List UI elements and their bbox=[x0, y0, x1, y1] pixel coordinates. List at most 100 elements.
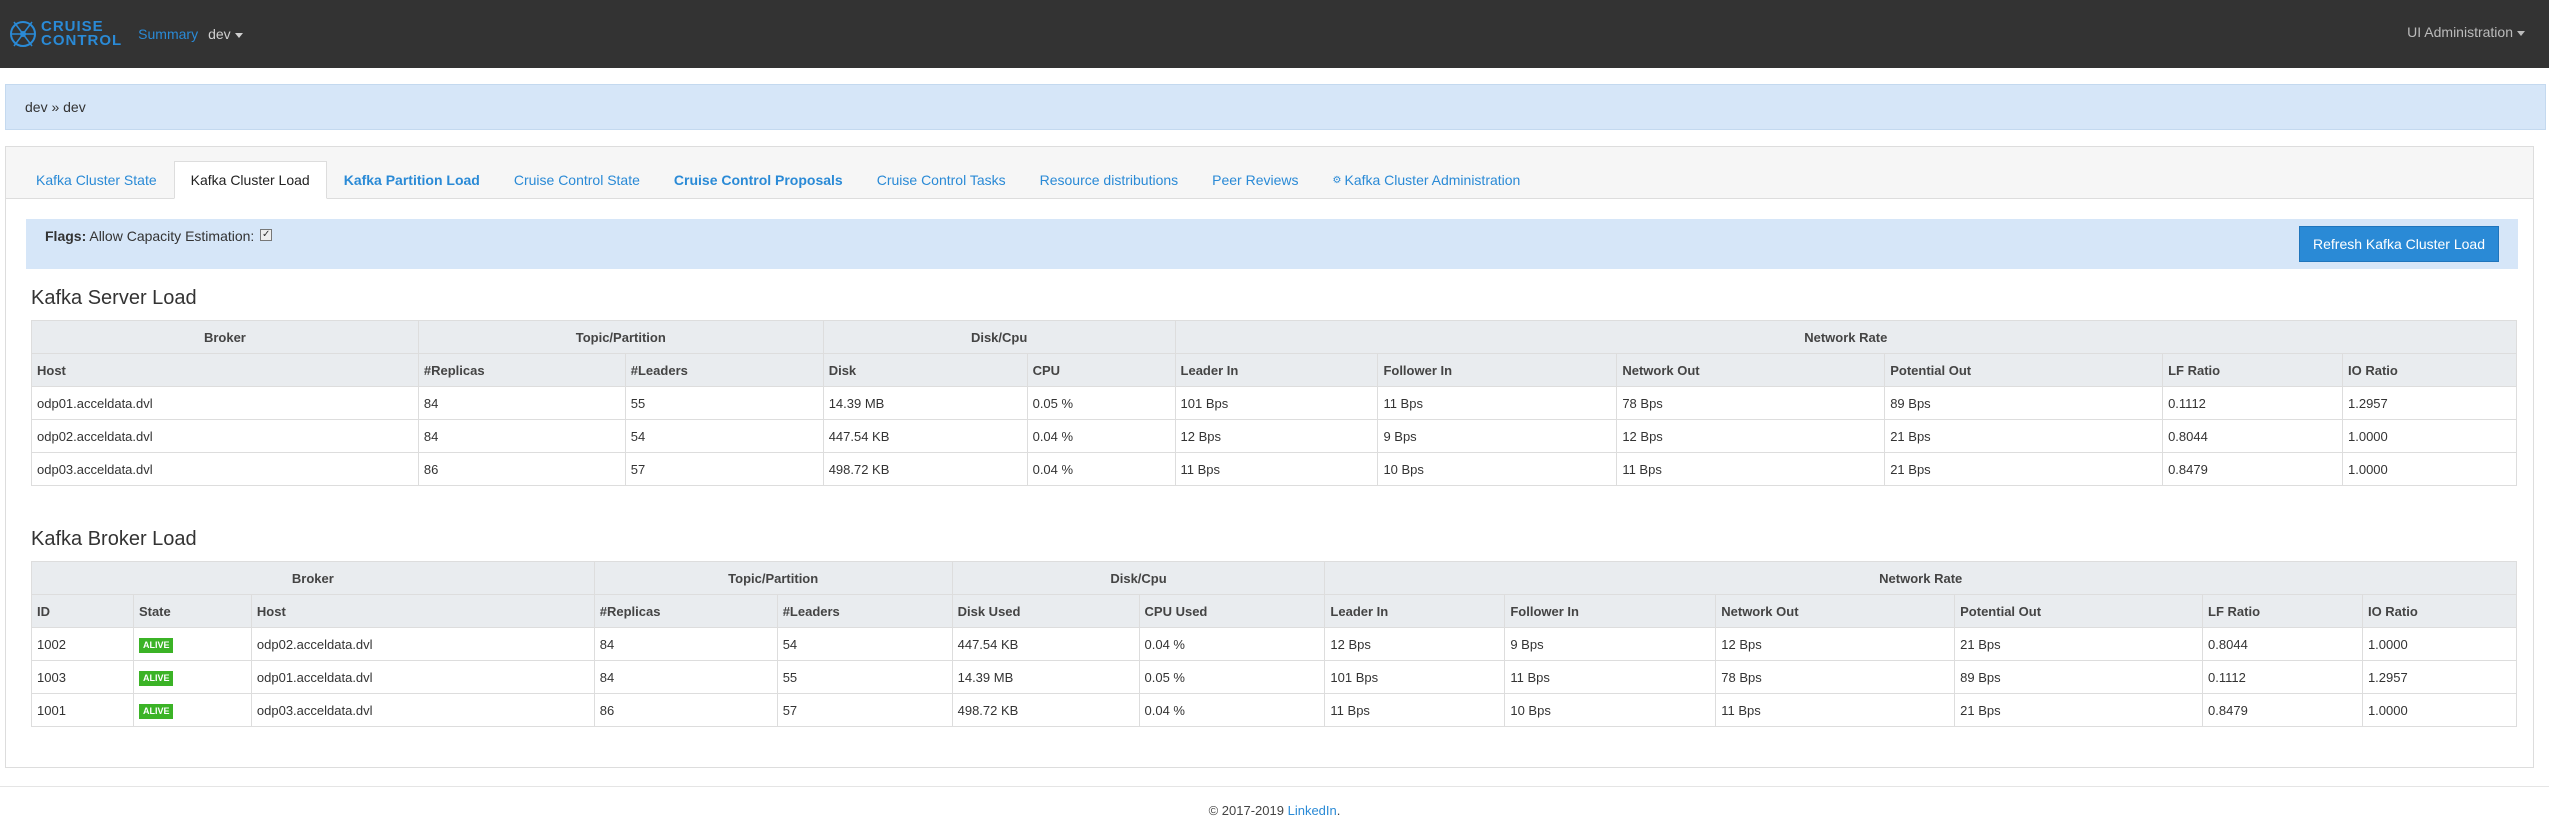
tab-peer-reviews[interactable]: Peer Reviews bbox=[1195, 161, 1315, 199]
group-header: Disk/Cpu bbox=[951, 561, 1326, 595]
tab-admin-label: Kafka Cluster Administration bbox=[1344, 172, 1521, 188]
table-cell: 84 bbox=[593, 627, 778, 661]
table-cell: 12 Bps bbox=[1616, 419, 1886, 453]
table-cell: 14.39 MB bbox=[822, 386, 1028, 420]
table-cell: 10 Bps bbox=[1377, 452, 1618, 486]
tab-kafka-cluster-load[interactable]: Kafka Cluster Load bbox=[173, 161, 327, 199]
circuit-logo-icon bbox=[10, 21, 36, 47]
top-navbar: CRUISE CONTROL Summary dev UI Administra… bbox=[0, 0, 2549, 68]
group-header: Broker bbox=[31, 561, 595, 595]
table-cell: 1001 bbox=[31, 693, 134, 727]
gear-icon: ⚙ bbox=[1332, 174, 1342, 186]
table-cell: 1003 bbox=[31, 660, 134, 694]
tab-cruise-control-tasks[interactable]: Cruise Control Tasks bbox=[860, 161, 1023, 199]
column-header: Potential Out bbox=[1954, 594, 2204, 628]
group-header: Disk/Cpu bbox=[822, 320, 1176, 354]
column-header: Disk bbox=[822, 353, 1028, 387]
column-header: LF Ratio bbox=[2202, 594, 2363, 628]
column-header: IO Ratio bbox=[2361, 594, 2518, 628]
table-cell: 0.05 % bbox=[1026, 386, 1176, 420]
footer-suffix: . bbox=[1336, 803, 1341, 818]
footer-copyright: © 2017-2019 bbox=[1208, 803, 1284, 818]
ui-administration-dropdown[interactable]: UI Administration bbox=[2407, 24, 2525, 40]
table-cell: 0.04 % bbox=[1026, 419, 1176, 453]
table-row: 1002 ALIVE odp02.acceldata.dvl 84 54 447.54 K… bbox=[31, 627, 2518, 661]
table-cell: 21 Bps bbox=[1954, 693, 2204, 727]
table-cell: 86 bbox=[593, 693, 778, 727]
table-cell: ALIVE bbox=[132, 627, 252, 661]
column-header: CPU Used bbox=[1138, 594, 1326, 628]
table-row: 1001 ALIVE odp03.acceldata.dvl 86 57 498.72 K… bbox=[31, 693, 2518, 727]
table-cell: 21 Bps bbox=[1954, 627, 2204, 661]
table-cell: 12 Bps bbox=[1324, 627, 1506, 661]
allow-capacity-estimation-checkbox[interactable]: ✓ bbox=[260, 229, 273, 242]
tab-kafka-cluster-state[interactable]: Kafka Cluster State bbox=[19, 161, 174, 199]
column-header: Host bbox=[31, 353, 419, 387]
env-dropdown[interactable]: dev bbox=[208, 26, 243, 42]
linkedin-link[interactable]: LinkedIn bbox=[1288, 803, 1337, 818]
table-cell: 0.8044 bbox=[2202, 627, 2363, 661]
table-cell: 21 Bps bbox=[1884, 452, 2164, 486]
table-cell: 0.1112 bbox=[2202, 660, 2363, 694]
refresh-cluster-load-button[interactable]: Refresh Kafka Cluster Load bbox=[2299, 226, 2499, 262]
tab-resource-distributions[interactable]: Resource distributions bbox=[1023, 161, 1196, 199]
table-cell: 57 bbox=[624, 452, 824, 486]
table-cell: 0.04 % bbox=[1138, 627, 1326, 661]
table-cell: odp01.acceldata.dvl bbox=[31, 386, 419, 420]
column-header: #Leaders bbox=[624, 353, 824, 387]
table-cell: 55 bbox=[624, 386, 824, 420]
table-cell: 89 Bps bbox=[1954, 660, 2204, 694]
column-header: Follower In bbox=[1504, 594, 1717, 628]
main-panel: Kafka Cluster State Kafka Cluster Load K… bbox=[5, 146, 2534, 768]
table-row: 1003 ALIVE odp01.acceldata.dvl 84 55 14.39 MB… bbox=[31, 660, 2518, 694]
table-cell: odp01.acceldata.dvl bbox=[250, 660, 595, 694]
column-header: Network Out bbox=[1616, 353, 1886, 387]
table-cell: 57 bbox=[776, 693, 953, 727]
summary-link[interactable]: Summary bbox=[138, 26, 198, 42]
table-cell: 1.0000 bbox=[2361, 627, 2518, 661]
table-cell: 11 Bps bbox=[1504, 660, 1717, 694]
table-row: odp01.acceldata.dvl 84 55 14.39 MB 0.05 % 101… bbox=[31, 386, 2517, 420]
table-cell: 0.04 % bbox=[1138, 693, 1326, 727]
column-header: Network Out bbox=[1715, 594, 1956, 628]
column-header: Follower In bbox=[1377, 353, 1618, 387]
server-load-table: Broker Topic/Partition Disk/Cpu Network … bbox=[31, 320, 2518, 486]
table-cell: odp02.acceldata.dvl bbox=[250, 627, 595, 661]
table-cell: 54 bbox=[776, 627, 953, 661]
column-header: IO Ratio bbox=[2342, 353, 2517, 387]
table-cell: 9 Bps bbox=[1504, 627, 1717, 661]
tab-kafka-cluster-administration[interactable]: ⚙ Kafka Cluster Administration bbox=[1316, 161, 1538, 199]
column-header: State bbox=[132, 594, 252, 628]
table-cell: 11 Bps bbox=[1174, 452, 1379, 486]
table-cell: ALIVE bbox=[132, 660, 252, 694]
column-header: #Replicas bbox=[593, 594, 778, 628]
table-cell: 89 Bps bbox=[1884, 386, 2164, 420]
table-cell: 0.04 % bbox=[1026, 452, 1176, 486]
column-header: ID bbox=[31, 594, 134, 628]
table-cell: 0.1112 bbox=[2162, 386, 2343, 420]
group-header: Broker bbox=[31, 320, 419, 354]
status-badge: ALIVE bbox=[138, 637, 174, 653]
tab-cruise-control-proposals[interactable]: Cruise Control Proposals bbox=[657, 161, 860, 199]
table-cell: 1.2957 bbox=[2361, 660, 2518, 694]
table-row: odp02.acceldata.dvl 84 54 447.54 KB 0.04 % 12… bbox=[31, 419, 2517, 453]
cruise-control-logo[interactable]: CRUISE CONTROL bbox=[8, 12, 122, 56]
table-cell: 54 bbox=[624, 419, 824, 453]
table-cell: 12 Bps bbox=[1174, 419, 1379, 453]
flags-label: Flags: bbox=[45, 228, 87, 244]
admin-label: UI Administration bbox=[2407, 24, 2513, 40]
table-cell: 0.8044 bbox=[2162, 419, 2343, 453]
group-header: Topic/Partition bbox=[417, 320, 824, 354]
table-cell: 0.05 % bbox=[1138, 660, 1326, 694]
table-cell: odp03.acceldata.dvl bbox=[250, 693, 595, 727]
table-cell: 14.39 MB bbox=[951, 660, 1140, 694]
tab-kafka-partition-load[interactable]: Kafka Partition Load bbox=[327, 161, 497, 199]
tab-cruise-control-state[interactable]: Cruise Control State bbox=[497, 161, 657, 199]
table-cell: 84 bbox=[417, 419, 626, 453]
group-header: Network Rate bbox=[1174, 320, 2518, 354]
column-header: Potential Out bbox=[1884, 353, 2164, 387]
column-header: Host bbox=[250, 594, 595, 628]
table-cell: 55 bbox=[776, 660, 953, 694]
table-cell: 0.8479 bbox=[2162, 452, 2343, 486]
caret-down-icon bbox=[2517, 30, 2525, 36]
